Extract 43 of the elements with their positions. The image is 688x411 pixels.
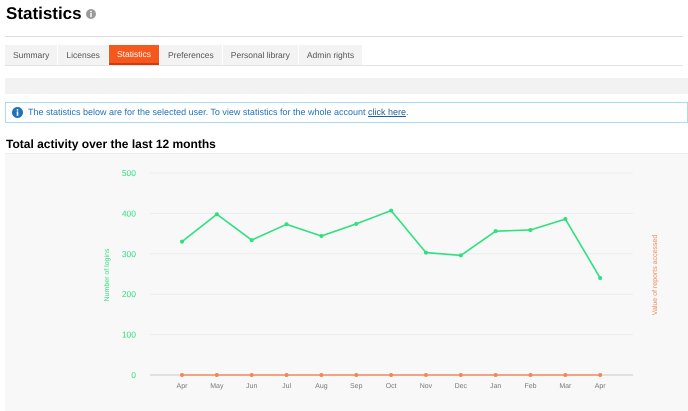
tab[interactable]: Personal library — [222, 45, 298, 65]
data-point — [319, 373, 324, 377]
tab[interactable]: Admin rights — [298, 45, 362, 65]
data-point — [494, 373, 498, 377]
data-point — [180, 240, 184, 244]
data-point — [424, 250, 428, 255]
data-point — [528, 373, 532, 377]
data-point — [214, 373, 219, 377]
info-icon — [12, 107, 23, 118]
info-icon[interactable] — [86, 9, 96, 19]
data-point — [598, 373, 602, 377]
y-tick-label: 0 — [131, 370, 136, 380]
tab[interactable]: Licenses — [58, 45, 108, 65]
data-point — [598, 276, 602, 280]
y-tick-label: 400 — [122, 208, 136, 218]
y-tick-label: 100 — [122, 330, 136, 340]
data-point — [250, 373, 254, 377]
data-point — [458, 253, 463, 258]
data-point — [319, 234, 324, 238]
data-point — [354, 373, 358, 377]
tab[interactable]: Preferences — [160, 45, 222, 65]
tab[interactable]: Summary — [5, 45, 58, 65]
notice-text: The statistics below are for the selected user. To view statistics for the whole account click here. — [28, 106, 409, 119]
data-point — [563, 217, 568, 222]
data-point — [389, 373, 394, 377]
page-title: Statistics — [6, 3, 82, 26]
data-point — [250, 238, 254, 242]
data-point — [458, 373, 463, 377]
data-point — [284, 222, 289, 226]
click-here-link[interactable]: click here — [368, 106, 406, 117]
data-point — [354, 222, 358, 226]
data-point — [494, 229, 498, 234]
section-title: Total activity over the last 12 months — [6, 136, 217, 152]
data-point — [180, 373, 184, 377]
data-point — [389, 208, 394, 213]
y-tick-label: 300 — [122, 248, 136, 259]
data-point — [528, 228, 532, 232]
data-point — [214, 212, 219, 216]
data-point — [563, 373, 568, 377]
data-point — [424, 373, 428, 377]
y-tick-label: 200 — [122, 289, 136, 300]
data-point — [284, 373, 289, 377]
y-tick-label: 500 — [122, 168, 136, 178]
